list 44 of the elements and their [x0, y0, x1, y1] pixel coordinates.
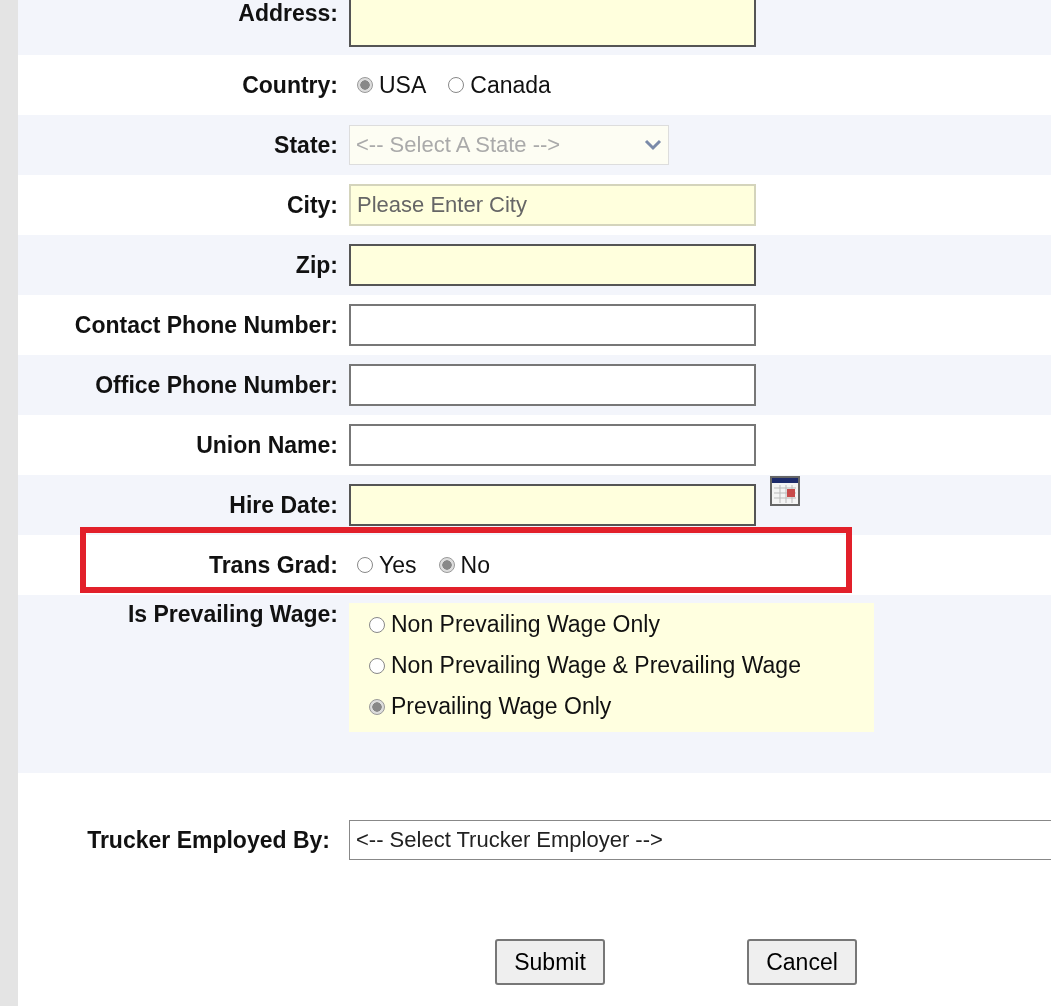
- field-label: City:: [285, 191, 338, 219]
- field-label: Hire Date:: [228, 491, 338, 519]
- option-label: Yes: [379, 551, 417, 579]
- option-label: USA: [379, 71, 427, 99]
- field-label: Contact Phone Number:: [73, 311, 338, 339]
- field-label: Country:: [241, 71, 338, 99]
- calendar-icon[interactable]: [770, 476, 800, 506]
- radio-option[interactable]: USA: [357, 71, 427, 99]
- option-label: Non Prevailing Wage Only: [391, 611, 660, 638]
- trucker-employer-select[interactable]: <-- Select Trucker Employer -->: [349, 820, 1051, 860]
- radio-button[interactable]: [369, 616, 385, 633]
- radio-button[interactable]: [369, 657, 385, 674]
- input-field[interactable]: [349, 0, 756, 47]
- form-button[interactable]: Submit: [495, 939, 605, 985]
- field-label: Is Prevailing Wage:: [126, 600, 338, 628]
- input-field[interactable]: [349, 364, 756, 406]
- field-label: State:: [273, 131, 338, 159]
- field-label: Zip:: [294, 251, 338, 279]
- input-field[interactable]: [349, 484, 756, 526]
- radio-option[interactable]: Prevailing Wage Only: [369, 693, 874, 720]
- radio-button[interactable]: [357, 557, 373, 573]
- field-label: Trucker Employed By:: [86, 826, 330, 854]
- radio-button[interactable]: [448, 77, 465, 93]
- radio-option[interactable]: Canada: [448, 71, 551, 99]
- option-label: Non Prevailing Wage & Prevailing Wage: [391, 652, 801, 679]
- radio-option[interactable]: No: [438, 551, 490, 579]
- field-label: Address:: [237, 0, 338, 27]
- radio-button[interactable]: [369, 698, 385, 715]
- radio-option[interactable]: Non Prevailing Wage Only: [369, 611, 874, 638]
- input-field[interactable]: [349, 244, 756, 286]
- radio-button[interactable]: [438, 557, 455, 573]
- radio-option[interactable]: Non Prevailing Wage & Prevailing Wage: [369, 652, 874, 679]
- option-label: No: [460, 551, 490, 579]
- input-field[interactable]: [349, 304, 756, 346]
- input-field[interactable]: [349, 424, 756, 466]
- option-label: Prevailing Wage Only: [391, 693, 612, 720]
- radio-button[interactable]: [357, 77, 373, 93]
- field-label: Trans Grad:: [207, 551, 338, 579]
- chevron-down-icon: [644, 139, 662, 151]
- field-label: Office Phone Number:: [94, 371, 338, 399]
- option-label: Canada: [470, 71, 551, 99]
- form-button[interactable]: Cancel: [747, 939, 857, 985]
- radio-option[interactable]: Yes: [357, 551, 417, 579]
- field-label: Union Name:: [195, 431, 338, 459]
